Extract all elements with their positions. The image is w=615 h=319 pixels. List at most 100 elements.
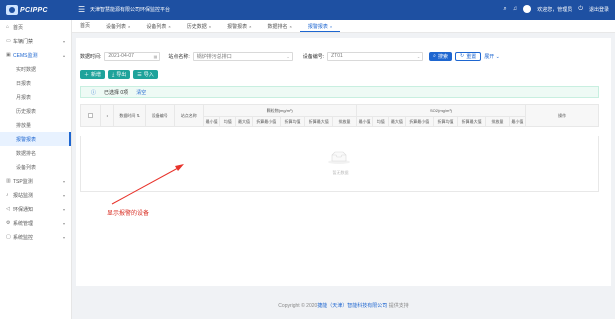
close-icon[interactable]: ×: [168, 24, 170, 29]
search-button[interactable]: ⌕ 搜索: [429, 51, 452, 61]
logout-link[interactable]: 退出登录: [589, 6, 609, 13]
tab-history[interactable]: 历史数据 ×: [179, 20, 219, 32]
home-icon: ⌂: [6, 24, 10, 30]
sidebar-subitem-monthly[interactable]: 月报表: [0, 90, 71, 104]
select-all-checkbox[interactable]: [79, 104, 102, 127]
import-button[interactable]: ☰ 导入: [133, 70, 158, 79]
chevron-up-icon: ▴: [62, 52, 65, 58]
company-link[interactable]: 捷能（天津）智能科技有限公司: [317, 303, 387, 309]
col-group-particulate: 颗粒物(mg/m³): [202, 104, 357, 117]
tab-home[interactable]: 首页: [72, 20, 98, 32]
station-label: 站点名称:: [168, 53, 190, 60]
tab-alarm-report-active[interactable]: 报警报表 ×: [299, 20, 341, 32]
subheader: 折算最大值: [457, 116, 487, 127]
logo-text: PCIPPC: [20, 6, 48, 14]
logout-icon[interactable]: ⏻: [578, 6, 583, 13]
close-icon[interactable]: ×: [330, 24, 332, 29]
gear-icon: ⚙: [6, 220, 11, 226]
sidebar-item-tsp[interactable]: ▥ TSP监测 ▾: [0, 174, 71, 188]
col-data-time[interactable]: 数据时间 ⇅: [113, 104, 146, 127]
avatar[interactable]: [523, 5, 532, 13]
date-picker[interactable]: 2021-04-07 ▦: [104, 51, 161, 61]
search-icon[interactable]: ⌕: [503, 6, 506, 13]
chevron-down-icon: ⌄: [495, 53, 500, 60]
sidebar: ⌂ 首页 ▭ 车辆门禁 ▾ ▣ CEMS监测 ▴ 实时数据 日报表 月报表 历史…: [0, 20, 72, 319]
close-icon[interactable]: ×: [289, 24, 291, 29]
sidebar-item-vehicle[interactable]: ▭ 车辆门禁 ▾: [0, 34, 71, 48]
tab-bar: 首页 设备列表 × 设备列表 × 历史数据 × 报警报表 × 数据排名 × 报警报表 ×: [72, 20, 615, 33]
sidebar-item-monitor[interactable]: ▢ 系统监控 ▾: [0, 230, 71, 244]
add-button[interactable]: ＋新增: [80, 70, 106, 79]
sidebar-item-station[interactable]: ♪ 报站监测 ▾: [0, 188, 71, 202]
annotation-text: 显示报警的设备: [107, 211, 150, 217]
system-title: 天津智慧能源有限公司环保监控平台: [90, 7, 171, 13]
sidebar-item-system[interactable]: ⚙ 系统管理 ▾: [0, 216, 71, 230]
subheader: 均值: [219, 116, 237, 127]
close-icon[interactable]: ×: [128, 24, 130, 29]
toolbar: ＋新增 ⤓ 导出 ☰ 导入: [80, 70, 158, 79]
tab-alarm-report[interactable]: 报警报表 ×: [219, 20, 259, 32]
logo: PCIPPC: [6, 3, 66, 17]
col-action: 操作: [525, 104, 599, 127]
expand-column: •: [100, 104, 115, 127]
tab-ranking[interactable]: 数据排名 ×: [259, 20, 299, 32]
sidebar-subitem-devices[interactable]: 设备列表: [0, 160, 71, 174]
sidebar-item-notice[interactable]: ◁ 环保通知 ▾: [0, 202, 71, 216]
alarm-table: • 数据时间 ⇅ 设备编号 站点名称 颗粒物(mg/m³) SO2(mg/m³)…: [79, 104, 599, 127]
device-label: 设备编号:: [302, 53, 325, 60]
import-icon: ☰: [137, 71, 142, 78]
sidebar-item-label: CEMS监测: [13, 52, 38, 59]
reset-button[interactable]: ↻ 重置: [455, 51, 482, 61]
chevron-down-icon: ▾: [62, 234, 65, 240]
main-panel: 数据时间: 2021-04-07 ▦ 站点名称: 锅炉排污总排口 ⌄ 设备编号: Z…: [76, 38, 611, 286]
sidebar-item-home[interactable]: ⌂ 首页: [0, 20, 71, 34]
subheader: 最小值: [508, 116, 527, 127]
car-icon: ▭: [6, 38, 11, 44]
clear-link[interactable]: 清空: [136, 89, 146, 96]
sidebar-item-label: 车辆门禁: [13, 38, 34, 45]
filter-bar: 数据时间: 2021-04-07 ▦ 站点名称: 锅炉排污总排口 ⌄ 设备编号: Z…: [80, 51, 500, 61]
refresh-icon: ↻: [460, 53, 465, 59]
sidebar-item-label: 首页: [13, 24, 24, 31]
info-icon: ⓘ: [91, 89, 97, 96]
bell-icon[interactable]: ♫: [513, 6, 518, 12]
tab-devices-2[interactable]: 设备列表 ×: [138, 20, 178, 32]
search-icon: ⌕: [433, 53, 436, 59]
sidebar-item-cems[interactable]: ▣ CEMS监测 ▴: [0, 48, 71, 62]
sidebar-item-label: 系统管理: [13, 220, 34, 227]
chevron-down-icon: ▾: [62, 192, 65, 198]
close-icon[interactable]: ×: [249, 24, 251, 29]
sidebar-subitem-ranking[interactable]: 数据排名: [0, 146, 71, 160]
sidebar-subitem-daily[interactable]: 日报表: [0, 76, 71, 90]
monitor-icon: ▣: [6, 52, 11, 58]
chevron-down-icon: ▾: [62, 206, 65, 212]
device-select[interactable]: ZT01 ⌄: [327, 51, 424, 61]
bell-icon: ♪: [6, 192, 9, 198]
col-station: 站点名称: [173, 104, 204, 127]
subheader: 排放量: [332, 116, 357, 127]
calendar-icon: ▦: [153, 53, 158, 59]
sidebar-subitem-emission[interactable]: 排放量: [0, 118, 71, 132]
close-icon[interactable]: ×: [209, 24, 211, 29]
empty-state: 暂无数据: [80, 136, 599, 192]
sidebar-subitem-history[interactable]: 历史报表: [0, 104, 71, 118]
sidebar-item-label: 环保通知: [13, 206, 34, 213]
sidebar-subitem-realtime[interactable]: 实时数据: [0, 62, 71, 76]
subheader: 最大值: [388, 116, 406, 127]
welcome-text: 欢迎您，管理员: [537, 6, 573, 13]
chart-icon: ▥: [6, 178, 11, 184]
station-select[interactable]: 锅炉排污总排口 ⌄: [192, 51, 293, 61]
menu-toggle-icon[interactable]: ☰: [78, 5, 85, 15]
sidebar-item-label: 系统监控: [13, 234, 34, 241]
chevron-down-icon: ⌄: [416, 53, 421, 59]
sidebar-item-label: TSP监测: [13, 178, 33, 185]
tab-devices[interactable]: 设备列表 ×: [98, 20, 138, 32]
empty-box-icon: [328, 151, 350, 164]
date-label: 数据时间:: [80, 53, 102, 60]
export-button[interactable]: ⤓ 导出: [108, 70, 131, 79]
subheader: 最小值: [355, 116, 374, 127]
expand-link[interactable]: 展开 ⌄: [484, 53, 500, 60]
sidebar-item-label: 报站监测: [13, 192, 34, 199]
sidebar-subitem-alarm-report[interactable]: 报警报表: [0, 132, 71, 146]
chevron-down-icon: ⌄: [286, 53, 290, 59]
